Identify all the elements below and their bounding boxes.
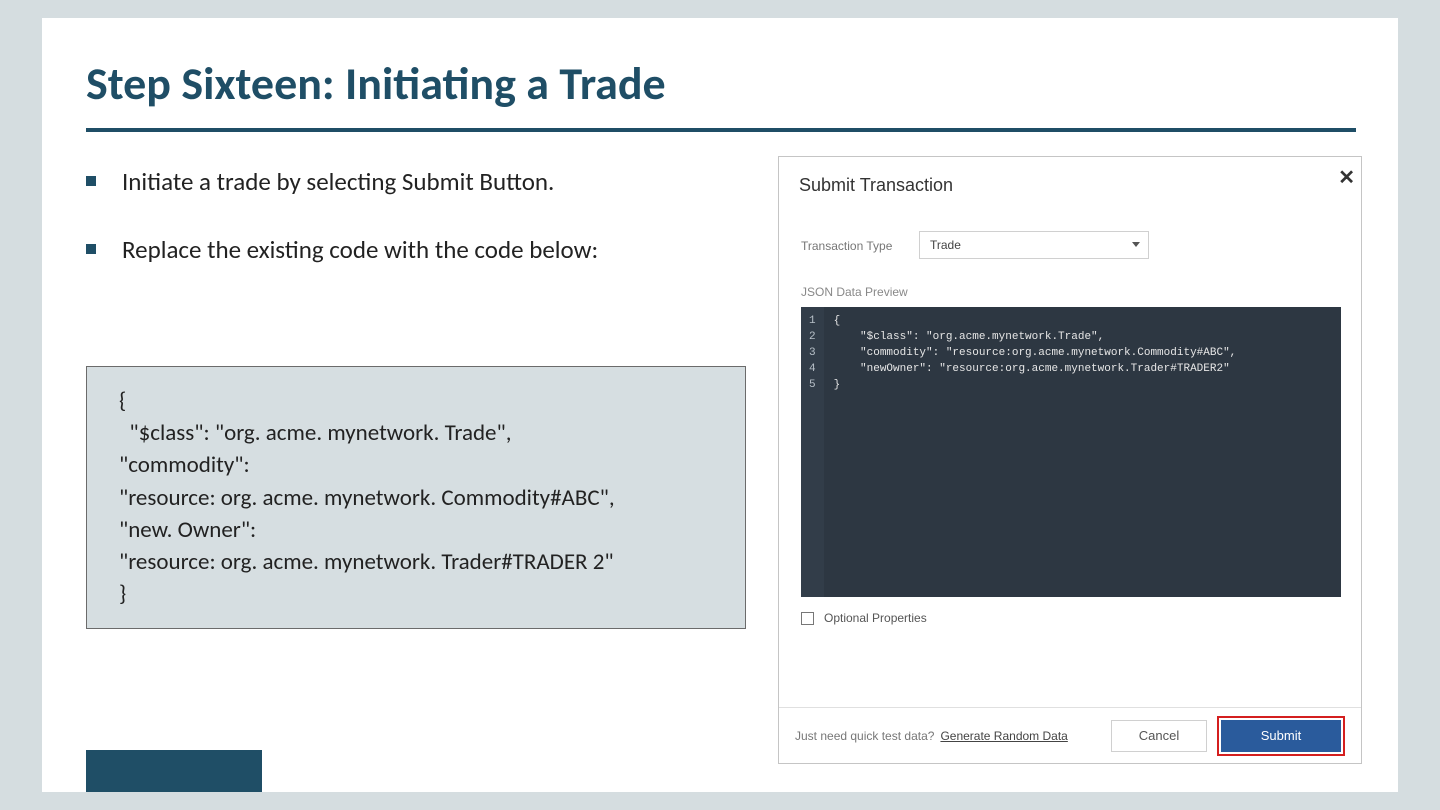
slide: Step Sixteen: Initiating a Trade Initiat… [42, 18, 1398, 792]
chevron-down-icon [1132, 242, 1140, 247]
line-number: 1 [809, 313, 816, 329]
line-number: 3 [809, 345, 816, 361]
bullet-item-2: Replace the existing code with the code … [86, 234, 598, 265]
transaction-type-label: Transaction Type [801, 239, 892, 253]
editor-gutter: 1 2 3 4 5 [801, 307, 824, 597]
editor-content: { "$class": "org.acme.mynetwork.Trade", … [824, 307, 1341, 597]
transaction-type-value: Trade [930, 238, 961, 252]
dialog-title: Submit Transaction [799, 175, 953, 196]
bullet-icon [86, 244, 96, 254]
bullet-icon [86, 176, 96, 186]
code-sample-box: { "$class": "org. acme. mynetwork. Trade… [86, 366, 746, 629]
slide-title: Step Sixteen: Initiating a Trade [86, 56, 666, 112]
code-sample: { "$class": "org. acme. mynetwork. Trade… [119, 385, 723, 610]
optional-properties-checkbox[interactable] [801, 612, 814, 625]
line-number: 2 [809, 329, 816, 345]
dialog-footer: Just need quick test data? Generate Rand… [779, 707, 1361, 763]
bullet-item-1: Initiate a trade by selecting Submit But… [86, 166, 554, 197]
line-number: 5 [809, 377, 816, 393]
optional-properties-label: Optional Properties [824, 611, 927, 625]
bullet-text: Initiate a trade by selecting Submit But… [122, 166, 554, 197]
submit-button[interactable]: Submit [1221, 720, 1341, 752]
submit-transaction-dialog: Submit Transaction ✕ Transaction Type Tr… [778, 156, 1362, 764]
accent-block [86, 750, 262, 792]
cancel-button[interactable]: Cancel [1111, 720, 1207, 752]
json-editor[interactable]: 1 2 3 4 5 { "$class": "org.acme.mynetwor… [801, 307, 1341, 597]
title-rule [86, 128, 1356, 132]
json-preview-label: JSON Data Preview [801, 285, 908, 299]
generate-random-data-link[interactable]: Generate Random Data [940, 729, 1067, 743]
bullet-text: Replace the existing code with the code … [122, 234, 598, 265]
line-number: 4 [809, 361, 816, 377]
footer-prompt: Just need quick test data? [795, 729, 934, 743]
optional-properties-row: Optional Properties [801, 611, 927, 625]
transaction-type-select[interactable]: Trade [919, 231, 1149, 259]
close-icon[interactable]: ✕ [1338, 165, 1355, 190]
submit-button-highlight: Submit [1217, 716, 1345, 756]
